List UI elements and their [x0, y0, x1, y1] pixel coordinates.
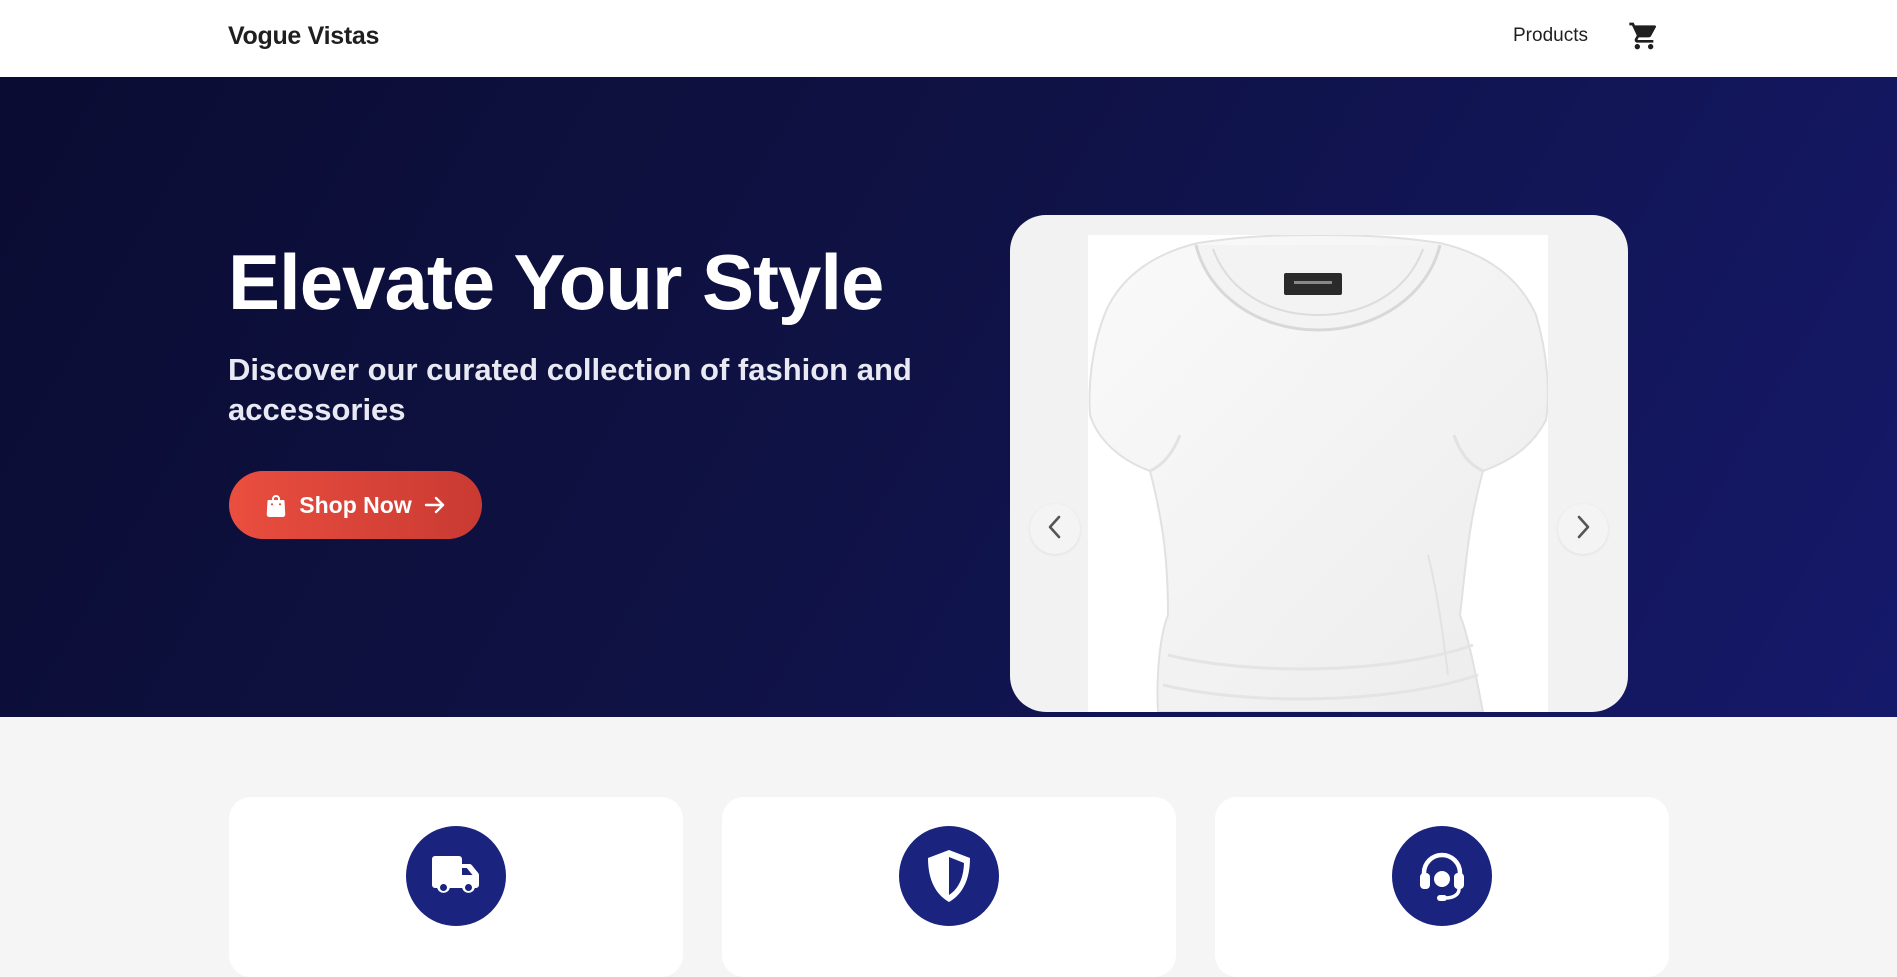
product-carousel: [1010, 215, 1628, 712]
shield-icon: [899, 826, 999, 926]
chevron-left-icon: [1046, 514, 1064, 545]
brand-logo[interactable]: Vogue Vistas: [228, 22, 379, 51]
shop-now-label: Shop Now: [299, 491, 412, 518]
feature-card-shipping: [229, 797, 683, 977]
carousel-prev-button[interactable]: [1030, 504, 1080, 554]
shop-now-button[interactable]: Shop Now: [229, 471, 482, 539]
nav-products-link[interactable]: Products: [1513, 25, 1588, 47]
product-image[interactable]: [1088, 233, 1549, 712]
feature-card-security: [722, 797, 1176, 977]
shopping-cart-icon[interactable]: [1628, 20, 1660, 52]
chevron-right-icon: [1574, 514, 1592, 545]
hero-section: Elevate Your Style Discover our curated …: [0, 77, 1897, 717]
feature-card-support: [1215, 797, 1669, 977]
truck-icon: [406, 826, 506, 926]
hero-subtitle: Discover our curated collection of fashi…: [228, 352, 912, 427]
arrow-right-icon: [424, 495, 446, 515]
site-header: Vogue Vistas Products: [0, 0, 1897, 77]
hero-title: Elevate Your Style: [228, 238, 884, 326]
shopping-bag-icon: [265, 493, 287, 517]
headset-icon: [1392, 826, 1492, 926]
carousel-next-button[interactable]: [1558, 504, 1608, 554]
